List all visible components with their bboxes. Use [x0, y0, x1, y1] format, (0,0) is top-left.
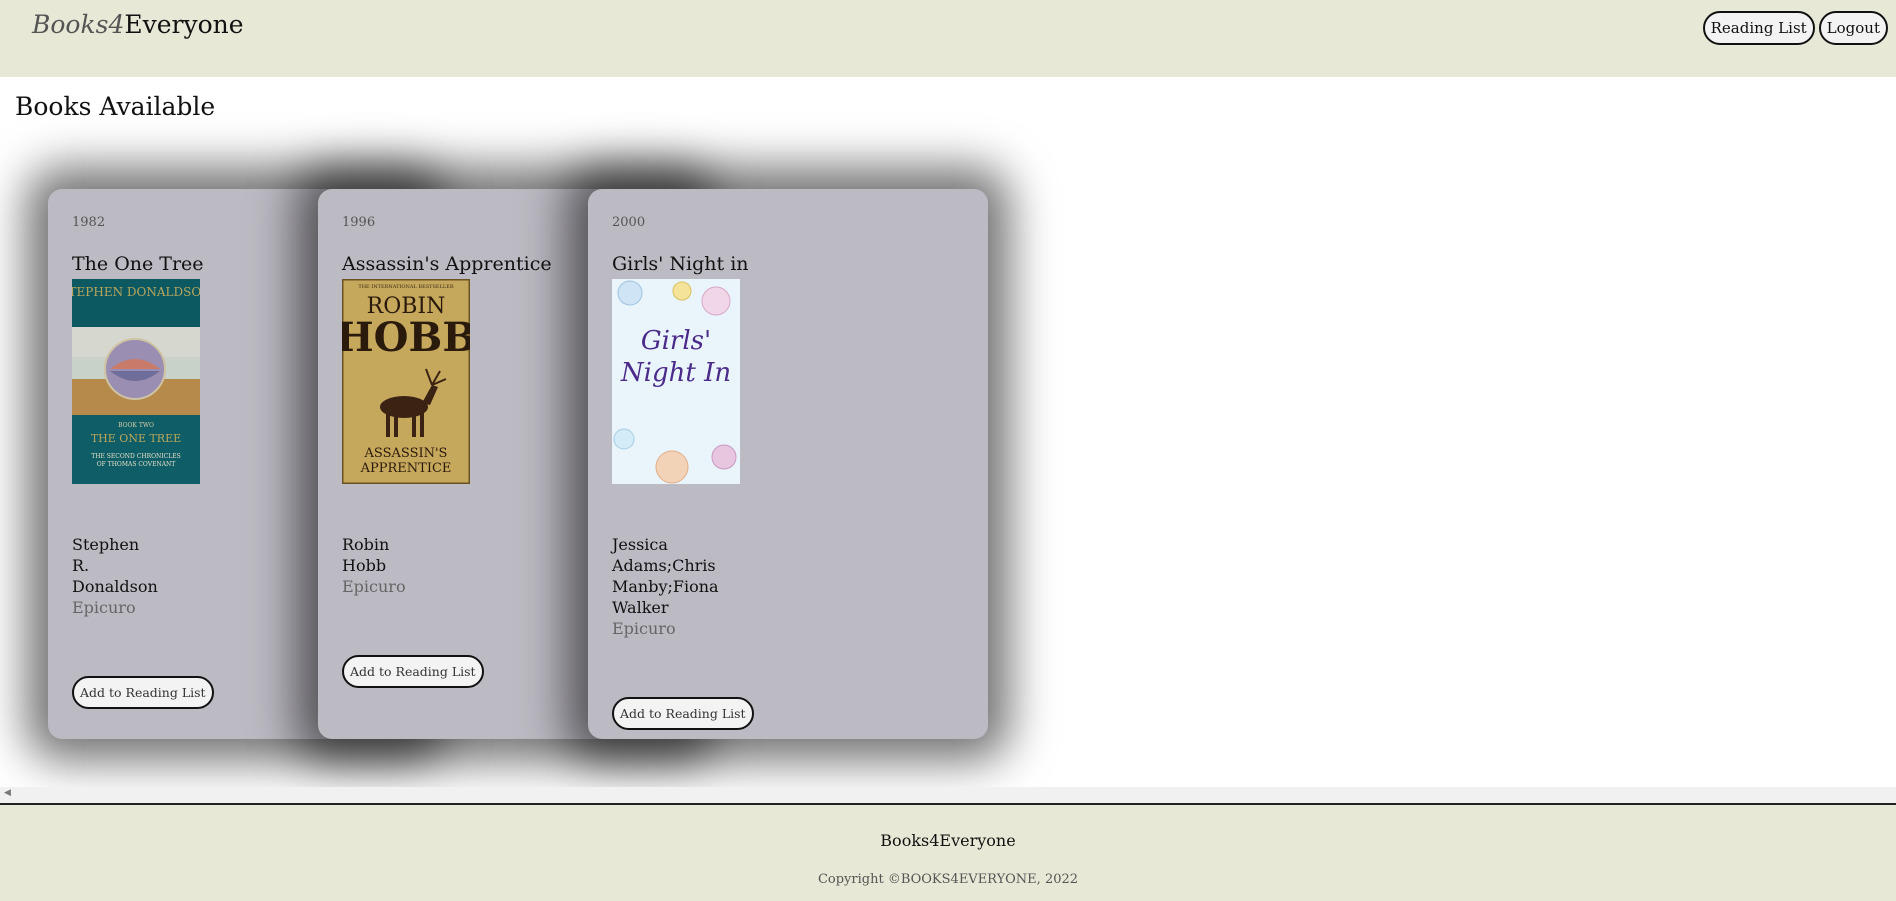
author-line: Stephen [72, 535, 140, 554]
add-to-reading-list-button[interactable]: Add to Reading List [612, 697, 754, 730]
reading-list-button[interactable]: Reading List [1702, 11, 1815, 45]
book-cover-image: Girls' Night In [612, 279, 740, 484]
brand-rest: Everyone [124, 10, 244, 39]
cover-title-1: ASSASSIN'S [364, 446, 448, 461]
footer: Books4Everyone Copyright ©BOOKS4EVERYONE… [0, 805, 1896, 901]
cover-author: STEPHEN DONALDSON [72, 285, 200, 299]
nav: Reading List Logout [1702, 11, 1888, 45]
book-cover-art: Girls' Night In [612, 279, 740, 484]
book-publisher: Epicuro [342, 577, 406, 596]
cover-title: THE ONE TREE [91, 432, 181, 445]
author-line: Manby;Fiona [612, 577, 719, 596]
book-author-block: Robin Hobb Epicuro [342, 534, 406, 597]
brand-italic: Books4 [32, 10, 125, 39]
book-cover-image: STEPHEN DONALDSON BOOK TWO THE ONE TREE … [72, 279, 200, 484]
author-line: Walker [612, 598, 669, 617]
book-publisher: Epicuro [612, 619, 676, 638]
author-line: R. [72, 556, 90, 575]
author-line: Hobb [342, 556, 387, 575]
author-line: Robin [342, 535, 390, 554]
book-year: 1982 [72, 215, 106, 230]
book-publisher: Epicuro [72, 598, 136, 617]
books-list: 1982 The One Tree STEPHEN DONALDSON BOOK… [0, 141, 1896, 787]
book-year: 2000 [612, 215, 646, 230]
book-card: 2000 Girls' Night in Girls' Night In Jes… [588, 189, 988, 739]
brand-logo[interactable]: Books4Everyone [32, 10, 244, 39]
footer-copyright: Copyright ©BOOKS4EVERYONE, 2022 [817, 872, 1079, 887]
footer-brand: Books4Everyone [880, 831, 1016, 850]
add-to-reading-list-button[interactable]: Add to Reading List [72, 676, 214, 709]
page-title: Books Available [15, 92, 216, 121]
header: Books4Everyone Reading List Logout [0, 0, 1896, 77]
cover-banner: THE INTERNATIONAL BESTSELLER [358, 284, 454, 290]
logout-button[interactable]: Logout [1818, 11, 1888, 45]
book-cover-art: THE INTERNATIONAL BESTSELLER ROBIN HOBB … [342, 279, 470, 484]
book-title: Girls' Night in [612, 253, 749, 275]
horizontal-scrollbar[interactable]: ◀ [0, 787, 1896, 805]
book-title: The One Tree [72, 253, 204, 275]
add-to-reading-list-button[interactable]: Add to Reading List [342, 655, 484, 688]
cover-title-1: Girls' [641, 326, 711, 356]
book-author-block: Jessica Adams;Chris Manby;Fiona Walker E… [612, 534, 719, 639]
author-line: Adams;Chris [612, 556, 716, 575]
cover-title-2: APPRENTICE [360, 461, 452, 476]
book-cover-art: STEPHEN DONALDSON BOOK TWO THE ONE TREE … [72, 279, 200, 484]
cover-series: BOOK TWO [118, 422, 154, 429]
book-year: 1996 [342, 215, 376, 230]
author-line: Jessica [612, 535, 668, 554]
cover-author-last: HOBB [342, 314, 470, 361]
book-cover-image: THE INTERNATIONAL BESTSELLER ROBIN HOBB … [342, 279, 470, 484]
book-title: Assassin's Apprentice [342, 253, 552, 275]
book-author-block: Stephen R. Donaldson Epicuro [72, 534, 158, 618]
author-line: Donaldson [72, 577, 158, 596]
cover-title-2: Night In [620, 358, 731, 388]
scroll-left-icon[interactable]: ◀ [4, 788, 11, 798]
cover-subtitle-2: OF THOMAS COVENANT [97, 461, 176, 468]
cover-subtitle-1: THE SECOND CHRONICLES [91, 453, 180, 460]
